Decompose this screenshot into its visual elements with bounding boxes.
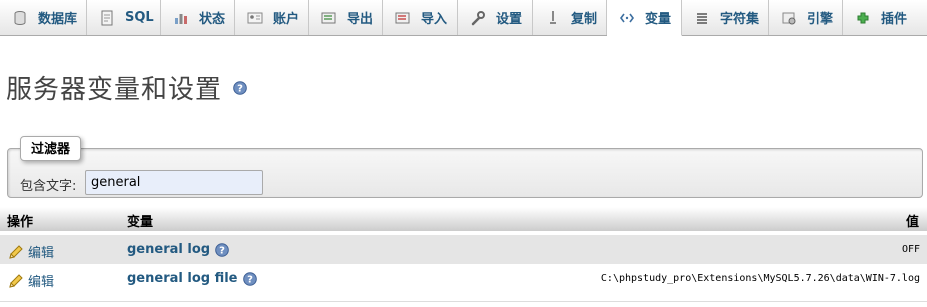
plugins-icon xyxy=(857,12,869,23)
tab-sql[interactable]: SQL xyxy=(87,0,161,35)
variable-cell: general log file ? xyxy=(127,271,257,286)
variables-table-header: 操作 变量 值 xyxy=(0,207,927,231)
svg-text:?: ? xyxy=(219,245,225,256)
engines-icon xyxy=(782,12,796,24)
export-icon xyxy=(321,12,336,23)
tab-label: SQL xyxy=(125,10,154,25)
edit-label: 编辑 xyxy=(28,246,55,261)
tab-databases[interactable]: 数据库 xyxy=(0,0,87,35)
tab-label: 插件 xyxy=(881,12,908,27)
replication-icon xyxy=(550,10,556,24)
column-header-action: 操作 xyxy=(7,215,34,230)
sql-icon xyxy=(101,10,113,25)
divider xyxy=(0,301,927,302)
tab-label: 变量 xyxy=(645,12,672,27)
tab-label: 状态 xyxy=(199,12,226,27)
table-row: 编辑 general log ? OFF xyxy=(0,235,927,264)
tab-variables[interactable]: 变量 xyxy=(607,0,682,36)
filter-label: 包含文字: xyxy=(20,179,77,194)
tab-replication[interactable]: 复制 xyxy=(533,0,607,35)
pencil-icon xyxy=(9,244,23,259)
tab-label: 导出 xyxy=(347,12,374,27)
tab-settings[interactable]: 设置 xyxy=(458,0,533,35)
tab-label: 数据库 xyxy=(38,12,78,27)
edit-link[interactable]: 编辑 xyxy=(8,242,54,261)
tab-label: 设置 xyxy=(496,12,523,27)
tab-status[interactable]: 状态 xyxy=(161,0,235,35)
tab-engines[interactable]: 引擎 xyxy=(769,0,843,35)
edit-label: 编辑 xyxy=(28,275,55,290)
variables-icon xyxy=(620,13,634,22)
variable-value[interactable]: OFF xyxy=(902,244,920,255)
help-icon[interactable]: ? xyxy=(215,242,229,257)
filter-legend: 过滤器 xyxy=(20,136,82,161)
help-icon[interactable]: ? xyxy=(242,271,257,286)
wrench-icon xyxy=(471,10,485,25)
server-tab-bar: 数据库 SQL 状态 账户 导出 导入 设置 复制 变量 字符集 引擎 插件 xyxy=(0,0,927,36)
table-row: 编辑 general log file ? C:\phpstudy_pro\Ex… xyxy=(0,264,927,293)
charset-icon xyxy=(697,12,707,24)
tab-label: 复制 xyxy=(571,12,598,27)
tab-label: 字符集 xyxy=(720,12,760,27)
edit-link[interactable]: 编辑 xyxy=(8,271,54,290)
filter-text-input[interactable] xyxy=(85,170,263,195)
status-icon xyxy=(175,13,187,24)
svg-text:?: ? xyxy=(237,84,243,95)
import-icon xyxy=(395,12,410,23)
variable-name[interactable]: general log file xyxy=(127,271,238,286)
help-icon[interactable]: ? xyxy=(233,81,247,95)
database-icon xyxy=(14,10,26,25)
column-header-value: 值 xyxy=(905,215,919,230)
tab-plugins[interactable]: 插件 xyxy=(843,0,927,35)
tab-label: 账户 xyxy=(273,12,300,27)
tab-export[interactable]: 导出 xyxy=(309,0,383,35)
variable-value[interactable]: C:\phpstudy_pro\Extensions\MySQL5.7.26\d… xyxy=(601,273,920,284)
column-header-variable[interactable]: 变量 xyxy=(127,211,153,230)
accounts-icon xyxy=(247,12,263,23)
variable-name[interactable]: general log xyxy=(127,242,210,257)
pencil-icon xyxy=(9,273,23,288)
tab-label: 引擎 xyxy=(807,12,834,27)
tab-label: 导入 xyxy=(421,12,448,27)
variable-cell: general log ? xyxy=(127,242,229,257)
page-title: 服务器变量和设置 xyxy=(6,75,223,105)
svg-text:?: ? xyxy=(247,274,253,285)
tab-import[interactable]: 导入 xyxy=(383,0,458,35)
tab-charsets[interactable]: 字符集 xyxy=(682,0,769,35)
tab-accounts[interactable]: 账户 xyxy=(235,0,309,35)
